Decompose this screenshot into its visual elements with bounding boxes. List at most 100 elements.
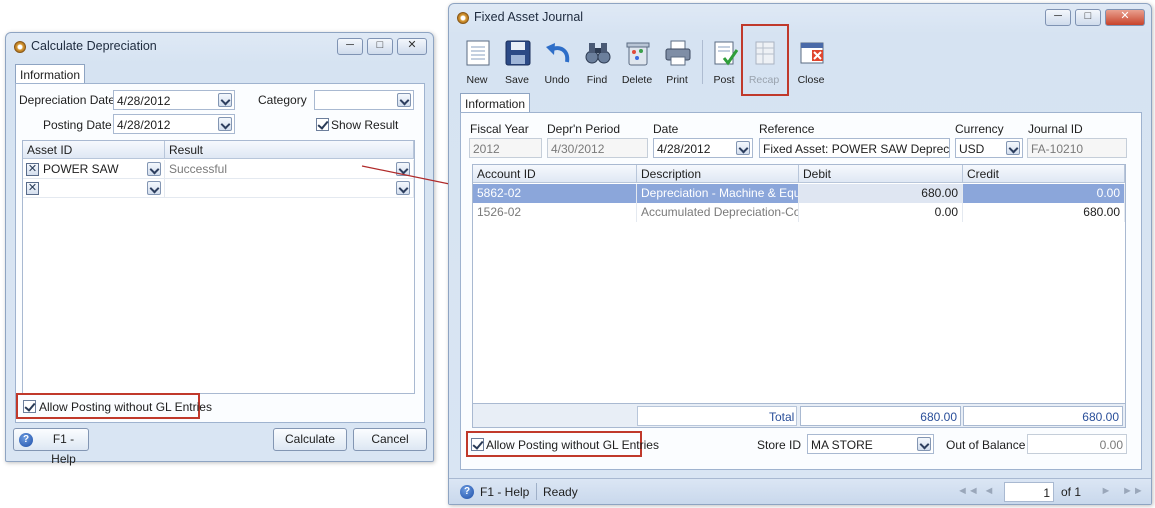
undo-button[interactable]: Undo (537, 38, 577, 88)
date-value: 4/28/2012 (657, 142, 711, 156)
close-button[interactable]: ✕ (397, 38, 427, 55)
maximize-button[interactable]: □ (1075, 9, 1101, 26)
journal-id-label: Journal ID (1028, 122, 1083, 136)
tab-label: Information (465, 97, 526, 111)
chevron-down-icon[interactable] (1006, 141, 1020, 155)
new-document-icon (466, 40, 490, 66)
column-header-account-id[interactable]: Account ID (473, 165, 637, 183)
close-button[interactable]: ✕ (1105, 9, 1145, 26)
recap-highlight-box (741, 24, 789, 96)
status-separator (536, 483, 537, 500)
last-page-icon[interactable]: ►► (1122, 484, 1144, 498)
column-header-debit[interactable]: Debit (799, 165, 963, 183)
toolbar-separator (702, 40, 703, 84)
title-bar[interactable]: Fixed Asset Journal ─ □ ✕ (449, 4, 1151, 32)
status-text: Ready (543, 485, 578, 499)
debit-cell[interactable]: 680.00 (799, 184, 963, 203)
help-icon[interactable]: ? (460, 485, 474, 499)
close-window-icon (800, 42, 824, 64)
out-of-balance-field: 0.00 (1027, 434, 1127, 454)
trash-bin-icon (626, 42, 650, 66)
maximize-button[interactable]: □ (367, 38, 393, 55)
help-label[interactable]: F1 - Help (480, 485, 529, 499)
tab-information[interactable]: Information (460, 93, 531, 113)
delete-row-icon[interactable]: ✕ (26, 182, 39, 195)
print-button[interactable]: Print (657, 38, 697, 88)
posting-date-field[interactable]: 4/28/2012 (113, 114, 235, 134)
posting-date-value: 4/28/2012 (117, 118, 171, 132)
fiscal-year-value: 2012 (473, 142, 500, 156)
total-debit-field: 680.00 (800, 406, 961, 426)
delete-button[interactable]: Delete (617, 38, 657, 88)
depr-period-label: Depr'n Period (547, 122, 620, 136)
close-toolbar-button[interactable]: Close (791, 38, 831, 88)
app-icon (14, 41, 26, 53)
chevron-down-icon[interactable] (917, 437, 931, 451)
page-number-value: 1 (1043, 486, 1050, 500)
binoculars-icon (585, 43, 611, 64)
total-debit-value: 680.00 (920, 410, 957, 424)
delete-row-icon[interactable]: ✕ (26, 163, 39, 176)
allow-posting-label: Allow Posting without GL Entries (486, 438, 659, 452)
status-bar: ? F1 - Help Ready ◄◄ ◄ 1 of 1 ► ►► (449, 478, 1151, 504)
table-row-selected[interactable]: 5862-02 Depreciation - Machine & Equi...… (473, 184, 1125, 203)
reference-value: Fixed Asset: POWER SAW Depreciation (763, 142, 950, 156)
chevron-down-icon[interactable] (397, 93, 411, 107)
find-button[interactable]: Find (577, 38, 617, 88)
column-header-result[interactable]: Result (165, 141, 414, 159)
out-of-balance-value: 0.00 (1099, 438, 1123, 452)
chevron-down-icon[interactable] (736, 141, 750, 155)
debit-cell[interactable]: 0.00 (799, 203, 963, 222)
account-id-cell[interactable]: 5862-02 (473, 184, 637, 203)
help-label: F1 - Help (51, 432, 76, 466)
window-title: Calculate Depreciation (31, 39, 157, 53)
post-check-icon (714, 41, 739, 66)
first-page-icon[interactable]: ◄◄ (957, 484, 979, 498)
help-button[interactable]: ? F1 - Help (13, 428, 89, 466)
description-cell[interactable]: Depreciation - Machine & Equi... (637, 184, 799, 203)
previous-page-icon[interactable]: ◄ (982, 484, 996, 498)
next-page-icon[interactable]: ► (1099, 484, 1113, 498)
reference-field[interactable]: Fixed Asset: POWER SAW Depreciation (759, 138, 950, 158)
date-field[interactable]: 4/28/2012 (653, 138, 753, 158)
journal-id-field: FA-10210 (1027, 138, 1127, 158)
column-header-description[interactable]: Description (637, 165, 799, 183)
minimize-button[interactable]: ─ (1045, 9, 1071, 26)
new-button[interactable]: New (457, 38, 497, 88)
save-button[interactable]: Save (497, 38, 537, 88)
minimize-button[interactable]: ─ (337, 38, 363, 55)
chevron-down-icon[interactable] (218, 93, 232, 107)
chevron-down-icon[interactable] (147, 181, 161, 195)
table-row[interactable]: ✕ POWER SAW Successful (23, 160, 414, 179)
undo-arrow-icon (546, 43, 570, 63)
page-of-label: of 1 (1061, 485, 1082, 499)
chevron-down-icon[interactable] (147, 162, 161, 176)
calculate-button[interactable]: Calculate (273, 428, 347, 451)
chevron-down-icon[interactable] (218, 117, 232, 131)
store-id-field[interactable]: MA STORE (807, 434, 934, 454)
title-bar[interactable]: Calculate Depreciation ─ □ ✕ (6, 33, 433, 61)
category-field[interactable] (314, 90, 414, 110)
account-id-cell[interactable]: 1526-02 (473, 203, 637, 222)
description-cell[interactable]: Accumulated Depreciation-Cor... (637, 203, 799, 222)
post-button[interactable]: Post (704, 38, 744, 88)
show-result-checkbox[interactable] (316, 118, 329, 131)
currency-field[interactable]: USD (955, 138, 1023, 158)
depreciation-date-value: 4/28/2012 (117, 94, 171, 108)
table-row[interactable]: 1526-02 Accumulated Depreciation-Cor... … (473, 203, 1125, 222)
credit-cell[interactable]: 0.00 (963, 184, 1125, 203)
tab-information[interactable]: Information (15, 64, 86, 84)
undo-label: Undo (544, 74, 570, 86)
depreciation-date-field[interactable]: 4/28/2012 (113, 90, 235, 110)
total-credit-field: 680.00 (963, 406, 1123, 426)
fixed-asset-journal-window: Fixed Asset Journal ─ □ ✕ New Save Undo (448, 3, 1152, 505)
column-header-credit[interactable]: Credit (963, 165, 1125, 183)
page-number-field[interactable]: 1 (1004, 482, 1054, 502)
allow-posting-checkbox[interactable] (471, 438, 484, 451)
credit-cell[interactable]: 680.00 (963, 203, 1125, 222)
cancel-button[interactable]: Cancel (353, 428, 427, 451)
close-label: Close (797, 74, 825, 86)
column-header-asset-id[interactable]: Asset ID (23, 141, 165, 159)
table-row[interactable]: ✕ (23, 179, 414, 198)
allow-posting-checkbox[interactable] (23, 400, 36, 413)
